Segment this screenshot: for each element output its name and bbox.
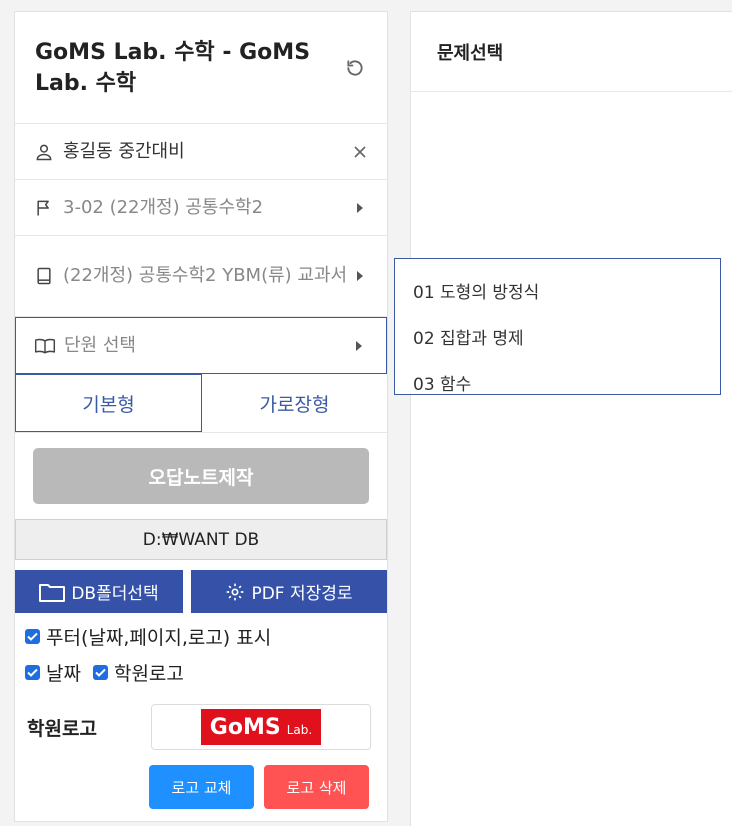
replace-logo-button[interactable]: 로고 교체 xyxy=(149,765,254,809)
textbook-label: (22개정) 공통수학2 YBM(류) 교과서 xyxy=(63,265,348,286)
dropdown-item[interactable]: 02 집합과 명제 xyxy=(395,313,720,359)
app-title: GoMS Lab. 수학 - GoMS Lab. 수학 xyxy=(35,39,311,96)
academy-logo-image: GoMS Lab. xyxy=(201,709,321,745)
caret-right-icon xyxy=(353,270,367,282)
refresh-icon[interactable] xyxy=(343,56,367,80)
problem-select-title: 문제선택 xyxy=(411,12,732,92)
date-checkbox[interactable] xyxy=(25,664,40,680)
logo-main-text: GoMS xyxy=(209,714,281,740)
close-icon[interactable] xyxy=(353,145,367,158)
date-logo-check-row: 날짜 학원로고 xyxy=(25,654,387,690)
pdf-path-button[interactable]: PDF 저장경로 xyxy=(191,570,387,613)
left-panel: GoMS Lab. 수학 - GoMS Lab. 수학 홍길동 중간대비 3-0… xyxy=(14,11,388,822)
logo-row: 학원로고 GoMS Lab. xyxy=(15,704,387,750)
pdf-path-label: PDF 저장경로 xyxy=(251,584,353,604)
dropdown-item[interactable]: 03 함수 xyxy=(395,359,720,405)
make-wrap: 오답노트제작 xyxy=(15,433,387,519)
unit-dropdown: 01 도형의 방정식 02 집합과 명제 03 함수 xyxy=(394,258,721,395)
make-wrong-note-button[interactable]: 오답노트제작 xyxy=(33,448,369,504)
header: GoMS Lab. 수학 - GoMS Lab. 수학 xyxy=(15,12,387,124)
logo-check-label: 학원로고 xyxy=(113,662,184,685)
course-label: 3-02 (22개정) 공통수학2 xyxy=(63,196,264,218)
dropdown-item[interactable]: 01 도형의 방정식 xyxy=(395,267,720,313)
logo-sub-text: Lab. xyxy=(286,723,313,737)
logo-label: 학원로고 xyxy=(27,717,97,740)
logo-checkbox[interactable] xyxy=(92,664,108,680)
student-label: 홍길동 중간대비 xyxy=(63,140,185,162)
db-folder-label: DB폴더선택 xyxy=(71,584,159,604)
student-row[interactable]: 홍길동 중간대비 xyxy=(15,124,387,180)
tab-basic[interactable]: 기본형 xyxy=(15,374,202,432)
folder-icon xyxy=(39,582,66,602)
logo-preview-box: GoMS Lab. xyxy=(151,704,371,750)
open-book-icon xyxy=(34,335,56,357)
textbook-row[interactable]: (22개정) 공통수학2 YBM(류) 교과서 xyxy=(15,236,387,317)
db-path-display: D:₩WANT DB xyxy=(15,519,387,560)
caret-right-icon xyxy=(352,340,366,352)
flag-icon xyxy=(33,197,55,219)
right-panel: 문제선택 xyxy=(410,11,732,826)
footer-check-row: 푸터(날짜,페이지,로고) 표시 xyxy=(25,618,387,654)
caret-right-icon xyxy=(353,202,367,214)
book-icon xyxy=(33,265,55,287)
course-row[interactable]: 3-02 (22개정) 공통수학2 xyxy=(15,180,387,236)
layout-tabs: 기본형 가로장형 xyxy=(15,374,387,433)
gear-icon xyxy=(225,582,245,602)
tab-landscape[interactable]: 가로장형 xyxy=(202,374,387,432)
footer-checkbox[interactable] xyxy=(25,628,40,644)
db-folder-button[interactable]: DB폴더선택 xyxy=(15,570,183,613)
date-check-label: 날짜 xyxy=(46,662,81,685)
footer-check-label: 푸터(날짜,페이지,로고) 표시 xyxy=(46,626,272,649)
unit-select[interactable]: 단원 선택 xyxy=(15,317,387,374)
user-icon xyxy=(33,141,55,163)
logo-action-row: 로고 교체 로고 삭제 xyxy=(15,765,387,809)
folder-button-row: DB폴더선택 PDF 저장경로 xyxy=(15,570,387,613)
delete-logo-button[interactable]: 로고 삭제 xyxy=(264,765,369,809)
unit-label: 단원 선택 xyxy=(64,334,136,356)
